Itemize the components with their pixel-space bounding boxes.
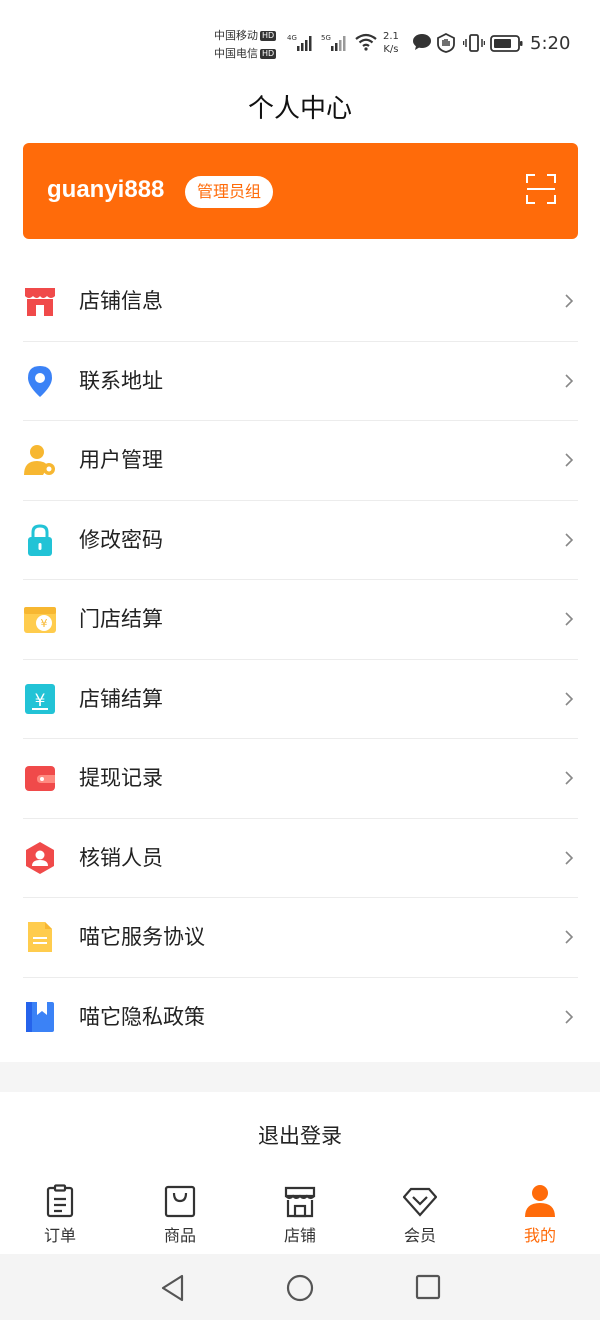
chevron-right-icon (565, 453, 574, 467)
hd-badge-1: HD (260, 31, 277, 41)
signal-4g-icon: 4G (287, 34, 312, 51)
settings-menu: 店铺信息 联系地址 用户管理 修改密码 ¥ 门店结算 ¥ 店铺结算 提现记录 核… (23, 262, 578, 1057)
hd-badge-2: HD (260, 49, 277, 59)
tab-orders[interactable]: 订单 (0, 1178, 120, 1250)
username: guanyi888 (47, 176, 165, 203)
back-icon[interactable] (160, 1274, 186, 1302)
tab-mine[interactable]: 我的 (480, 1178, 600, 1250)
store-settlement-icon: ¥ (24, 607, 56, 633)
menu-item-contact-address[interactable]: 联系地址 (23, 342, 578, 421)
menu-label: 喵它隐私政策 (79, 1004, 205, 1029)
menu-item-shop-settlement[interactable]: ¥ 店铺结算 (23, 660, 578, 739)
tab-label: 会员 (403, 1226, 436, 1245)
menu-item-withdraw-record[interactable]: 提现记录 (23, 739, 578, 819)
speed-value: 2.1 (383, 31, 399, 42)
chat-bubble-icon (413, 34, 431, 50)
bottom-tab-bar: 订单 商品 店铺 会员 我的 (0, 1178, 600, 1250)
speed-unit: K/s (383, 44, 399, 55)
menu-label: 用户管理 (79, 448, 163, 472)
yuan-document-icon: ¥ (25, 683, 55, 714)
menu-item-change-password[interactable]: 修改密码 (23, 501, 578, 580)
tab-label: 我的 (523, 1226, 556, 1245)
diamond-icon (403, 1187, 437, 1217)
chevron-right-icon (565, 1009, 574, 1024)
logout-button[interactable]: 退出登录 (0, 1120, 600, 1150)
menu-item-verification-staff[interactable]: 核销人员 (23, 819, 578, 898)
chevron-right-icon (565, 294, 574, 308)
chevron-right-icon (565, 930, 574, 944)
wifi-icon (355, 33, 377, 51)
menu-item-privacy-policy[interactable]: 喵它隐私政策 (23, 978, 578, 1058)
menu-label: 修改密码 (79, 527, 163, 552)
page-title: 个人中心 (247, 94, 352, 124)
network-speed: 2.1 K/s (383, 30, 399, 56)
verifier-person-icon (26, 841, 54, 874)
user-card: guanyi888 管理员组 (23, 143, 578, 239)
person-icon (525, 1185, 555, 1217)
menu-label: 提现记录 (79, 766, 163, 790)
tab-products[interactable]: 商品 (120, 1178, 240, 1250)
user-settings-icon (24, 445, 55, 475)
shield-hand-icon (437, 33, 455, 53)
chevron-right-icon (565, 373, 574, 388)
storefront-icon (284, 1186, 316, 1218)
menu-label: 核销人员 (79, 845, 163, 870)
document-icon (28, 922, 52, 952)
chevron-right-icon (565, 771, 574, 785)
menu-label: 店铺信息 (79, 289, 163, 313)
tab-label: 商品 (163, 1226, 196, 1245)
system-navigation-bar (0, 1254, 600, 1320)
signal-5g-icon: 5G (321, 34, 346, 51)
tab-members[interactable]: 会员 (360, 1178, 480, 1250)
menu-item-store-info[interactable]: 店铺信息 (23, 262, 578, 342)
wallet-icon (25, 766, 55, 791)
status-bar: 中国移动 HD 中国电信 HD 4G 5G 2.1 K/s 5:20 (0, 0, 600, 80)
battery-icon (490, 35, 523, 52)
menu-item-user-management[interactable]: 用户管理 (23, 421, 578, 501)
scan-icon[interactable] (526, 174, 556, 204)
lock-icon (28, 523, 52, 556)
chevron-right-icon (565, 691, 574, 706)
vibrate-icon (463, 34, 485, 52)
menu-label: 店铺结算 (79, 686, 163, 711)
location-pin-icon (28, 365, 52, 397)
carrier-info: 中国移动 HD 中国电信 HD (214, 27, 277, 63)
signal-5g-label: 5G (321, 34, 331, 42)
recent-apps-icon[interactable] (415, 1274, 441, 1300)
role-badge: 管理员组 (185, 176, 274, 208)
chevron-right-icon (565, 850, 574, 865)
chevron-right-icon (565, 612, 574, 626)
clock: 5:20 (530, 33, 571, 54)
menu-label: 门店结算 (79, 607, 163, 631)
clipboard-icon (46, 1184, 74, 1218)
menu-label: 联系地址 (79, 368, 163, 393)
carrier-2: 中国电信 (214, 47, 258, 60)
menu-item-service-agreement[interactable]: 喵它服务协议 (23, 898, 578, 978)
svg-text:¥: ¥ (41, 617, 48, 630)
section-divider (0, 1062, 600, 1092)
signal-4g-label: 4G (287, 34, 297, 42)
menu-label: 喵它服务协议 (79, 925, 205, 949)
chevron-right-icon (565, 532, 574, 547)
menu-item-store-settlement[interactable]: ¥ 门店结算 (23, 580, 578, 660)
tab-label: 订单 (43, 1226, 76, 1245)
carrier-1: 中国移动 (214, 29, 258, 42)
store-icon (25, 288, 55, 316)
tab-label: 店铺 (283, 1226, 316, 1245)
home-icon[interactable] (286, 1274, 314, 1302)
tab-store[interactable]: 店铺 (240, 1178, 360, 1250)
bookmark-book-icon (26, 1001, 54, 1032)
shopping-bag-icon (164, 1185, 196, 1218)
